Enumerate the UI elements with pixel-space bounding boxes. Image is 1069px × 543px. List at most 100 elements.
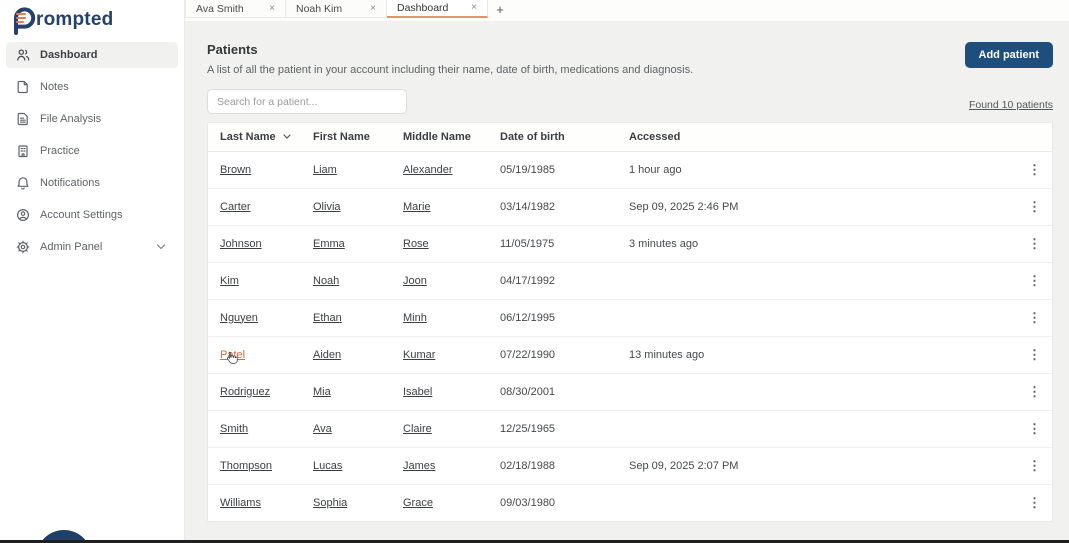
page-header: Patients A list of all the patient in yo… xyxy=(207,42,1053,76)
last-name-link[interactable]: Williams xyxy=(220,497,261,509)
column-header-dob[interactable]: Date of birth xyxy=(488,123,617,151)
patients-table: Last Name First Name Middle Name Date of… xyxy=(208,123,1052,521)
search-input[interactable] xyxy=(207,89,407,114)
column-header-accessed[interactable]: Accessed xyxy=(617,123,1010,151)
row-kebab-menu-icon[interactable]: ⋮ xyxy=(1022,383,1047,400)
middle-name-link[interactable]: Isabel xyxy=(403,386,432,398)
table-row: Kim Noah Joon 04/17/1992 ⋮ xyxy=(208,262,1052,299)
row-menu-cell: ⋮ xyxy=(1010,299,1052,336)
column-header-menu xyxy=(1010,123,1052,151)
middle-name-link[interactable]: Marie xyxy=(403,201,431,213)
last-name-link[interactable]: Patel xyxy=(220,349,245,361)
sidebar-item-admin-panel[interactable]: Admin Panel xyxy=(6,234,178,260)
building-icon xyxy=(16,144,30,158)
table-row: Smith Ava Claire 12/25/1965 ⋮ xyxy=(208,410,1052,447)
close-icon[interactable]: × xyxy=(469,2,479,14)
sidebar-item-label: Notes xyxy=(40,81,69,93)
accessed-cell: 13 minutes ago xyxy=(617,336,1010,373)
last-name-link[interactable]: Rodriguez xyxy=(220,386,270,398)
patients-table-card: Last Name First Name Middle Name Date of… xyxy=(207,122,1053,522)
row-kebab-menu-icon[interactable]: ⋮ xyxy=(1022,494,1047,511)
tab-ava-smith[interactable]: Ava Smith × xyxy=(185,0,286,18)
row-kebab-menu-icon[interactable]: ⋮ xyxy=(1022,235,1047,252)
first-name-link[interactable]: Mia xyxy=(313,386,331,398)
row-kebab-menu-icon[interactable]: ⋮ xyxy=(1022,198,1047,215)
row-menu-cell: ⋮ xyxy=(1010,188,1052,225)
last-name-link[interactable]: Kim xyxy=(220,275,239,287)
middle-name-link[interactable]: Grace xyxy=(403,497,433,509)
accessed-cell xyxy=(617,299,1010,336)
app-window: rompted Dashboard Notes xyxy=(0,0,1069,543)
sidebar-item-file-analysis[interactable]: File Analysis xyxy=(6,106,178,132)
accessed-cell: Sep 09, 2025 2:46 PM xyxy=(617,188,1010,225)
table-row: ThompsonLucasJames02/18/1988Sep 09, 2025… xyxy=(208,447,1052,484)
middle-name-link[interactable]: Minh xyxy=(403,312,427,324)
dob-cell: 11/05/1975 xyxy=(488,225,617,262)
row-menu-cell: ⋮ xyxy=(1010,484,1052,521)
page-description: A list of all the patient in your accoun… xyxy=(207,64,693,76)
sidebar-item-notifications[interactable]: Notifications xyxy=(6,170,178,196)
table-row: Nguyen Ethan Minh 06/12/1995 ⋮ xyxy=(208,299,1052,336)
sidebar-item-label: Practice xyxy=(40,145,80,157)
sidebar-item-notes[interactable]: Notes xyxy=(6,74,178,100)
dob-cell: 04/17/1992 xyxy=(488,262,617,299)
row-kebab-menu-icon[interactable]: ⋮ xyxy=(1022,346,1047,363)
row-kebab-menu-icon[interactable]: ⋮ xyxy=(1022,309,1047,326)
app-logo: rompted xyxy=(0,0,184,34)
dob-cell: 06/12/1995 xyxy=(488,299,617,336)
accessed-cell xyxy=(617,484,1010,521)
table-row: JohnsonEmmaRose11/05/19753 minutes ago⋮ xyxy=(208,225,1052,262)
last-name-link[interactable]: Brown xyxy=(220,164,251,176)
close-icon[interactable]: × xyxy=(267,3,277,15)
row-menu-cell: ⋮ xyxy=(1010,447,1052,484)
found-patients-link[interactable]: Found 10 patients xyxy=(969,99,1053,111)
bell-icon xyxy=(16,176,30,190)
first-name-link[interactable]: Emma xyxy=(313,238,345,250)
last-name-link[interactable]: Smith xyxy=(220,423,248,435)
first-name-link[interactable]: Ethan xyxy=(313,312,342,324)
last-name-link[interactable]: Nguyen xyxy=(220,312,258,324)
first-name-link[interactable]: Liam xyxy=(313,164,337,176)
new-tab-button[interactable]: + xyxy=(488,0,512,18)
middle-name-link[interactable]: Claire xyxy=(403,423,432,435)
row-kebab-menu-icon[interactable]: ⋮ xyxy=(1022,161,1047,178)
tab-noah-kim[interactable]: Noah Kim × xyxy=(286,0,387,18)
sidebar-item-dashboard[interactable]: Dashboard xyxy=(6,42,178,68)
file-text-icon xyxy=(16,112,30,126)
last-name-link[interactable]: Johnson xyxy=(220,238,262,250)
dob-cell: 05/19/1985 xyxy=(488,151,617,188)
close-icon[interactable]: × xyxy=(368,3,378,15)
add-patient-button[interactable]: Add patient xyxy=(965,42,1054,68)
row-kebab-menu-icon[interactable]: ⋮ xyxy=(1022,457,1047,474)
dob-cell: 07/22/1990 xyxy=(488,336,617,373)
sidebar-item-account-settings[interactable]: Account Settings xyxy=(6,202,178,228)
middle-name-link[interactable]: Rose xyxy=(403,238,429,250)
table-header-row: Last Name First Name Middle Name Date of… xyxy=(208,123,1052,151)
first-name-link[interactable]: Noah xyxy=(313,275,339,287)
dob-cell: 08/30/2001 xyxy=(488,373,617,410)
middle-name-link[interactable]: Kumar xyxy=(403,349,435,361)
middle-name-link[interactable]: James xyxy=(403,460,435,472)
middle-name-link[interactable]: Joon xyxy=(403,275,427,287)
column-header-middle-name[interactable]: Middle Name xyxy=(391,123,488,151)
first-name-link[interactable]: Lucas xyxy=(313,460,342,472)
row-kebab-menu-icon[interactable]: ⋮ xyxy=(1022,420,1047,437)
row-menu-cell: ⋮ xyxy=(1010,336,1052,373)
patient-tabbar: Ava Smith × Noah Kim × Dashboard × + xyxy=(185,0,1069,22)
last-name-link[interactable]: Thompson xyxy=(220,460,272,472)
column-header-first-name[interactable]: First Name xyxy=(301,123,391,151)
first-name-link[interactable]: Sophia xyxy=(313,497,347,509)
last-name-link[interactable]: Carter xyxy=(220,201,251,213)
first-name-link[interactable]: Olivia xyxy=(313,201,341,213)
row-kebab-menu-icon[interactable]: ⋮ xyxy=(1022,272,1047,289)
middle-name-link[interactable]: Alexander xyxy=(403,164,453,176)
sidebar-item-practice[interactable]: Practice xyxy=(6,138,178,164)
table-body: Brown Liam Alexander 05/19/19851 hour ago ⋮ C… xyxy=(208,151,1052,521)
dob-cell: 12/25/1965 xyxy=(488,410,617,447)
note-icon xyxy=(16,80,30,94)
first-name-link[interactable]: Ava xyxy=(313,423,332,435)
column-header-last-name[interactable]: Last Name xyxy=(208,123,301,151)
first-name-link[interactable]: Aiden xyxy=(313,349,341,361)
accessed-cell: 1 hour ago xyxy=(617,151,1010,188)
tab-dashboard[interactable]: Dashboard × xyxy=(387,0,488,18)
